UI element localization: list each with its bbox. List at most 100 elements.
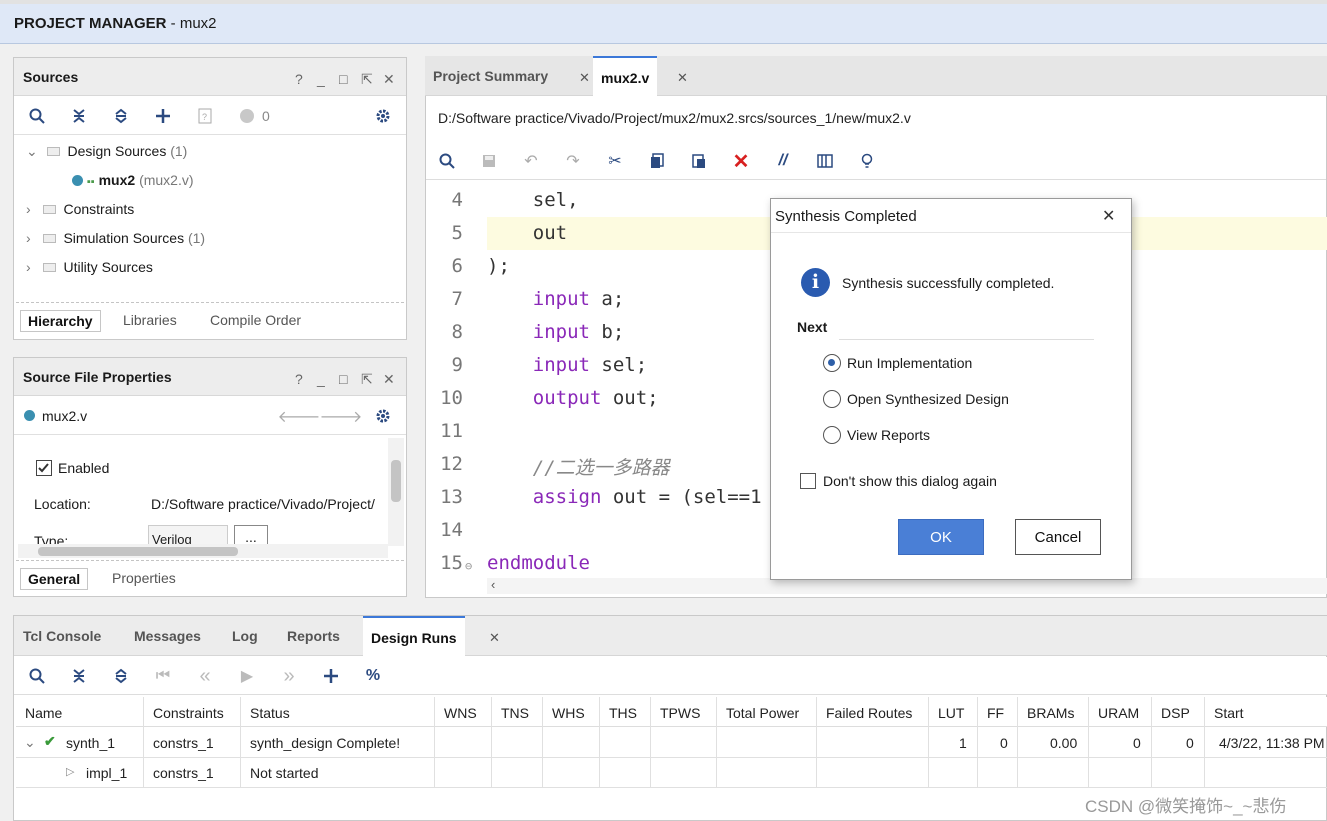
search-icon[interactable] xyxy=(26,105,48,127)
view-reports-label[interactable]: View Reports xyxy=(847,427,930,443)
expand-all-icon[interactable] xyxy=(110,105,132,127)
dont-show-checkbox[interactable] xyxy=(800,473,816,489)
close-icon[interactable]: ✕ xyxy=(579,70,590,86)
help-icon[interactable]: ? xyxy=(295,71,303,87)
chevron-right-icon[interactable]: › xyxy=(26,259,31,275)
run-name: impl_1 xyxy=(86,765,128,781)
add-icon[interactable] xyxy=(320,665,342,687)
tab-compile-order[interactable]: Compile Order xyxy=(203,310,308,330)
table-row[interactable]: ⌄ ✔ synth_1 constrs_1 synth_design Compl… xyxy=(16,728,1327,758)
editor-toolbar: ↶ ↷ ✂ ✕ // xyxy=(426,142,1326,180)
tree-label: Design Sources xyxy=(67,143,167,159)
dont-show-label[interactable]: Don't show this dialog again xyxy=(823,473,997,489)
tab-project-summary[interactable]: Project Summary xyxy=(425,56,556,96)
close-icon[interactable]: ✕ xyxy=(383,371,395,388)
table-row[interactable]: ▷ impl_1 constrs_1 Not started xyxy=(16,758,1327,788)
run-implementation-radio[interactable] xyxy=(823,354,841,372)
view-reports-radio[interactable] xyxy=(823,426,841,444)
lightbulb-icon[interactable] xyxy=(856,150,878,172)
back-arrow-icon[interactable]: 🡐 xyxy=(278,405,321,427)
float-icon[interactable]: ⇱ xyxy=(361,71,373,88)
scroll-left-icon[interactable]: ‹ xyxy=(491,577,495,592)
chevron-down-icon[interactable]: ⌄ xyxy=(24,734,36,751)
tab-log[interactable]: Log xyxy=(224,616,266,656)
tree-item-utility-sources[interactable]: › Utility Sources xyxy=(26,259,153,281)
more-button[interactable]: ... xyxy=(234,525,268,546)
run-brams: 0.00 xyxy=(1050,735,1078,751)
maximize-icon[interactable]: □ xyxy=(339,371,347,387)
float-icon[interactable]: ⇱ xyxy=(361,371,373,388)
comment-icon[interactable]: // xyxy=(772,150,794,172)
forward-arrow-icon[interactable]: 🡒 xyxy=(320,405,363,427)
copy-icon[interactable] xyxy=(646,150,668,172)
sources-toolbar: ? 0 xyxy=(14,97,406,135)
undo-icon[interactable]: ↶ xyxy=(520,150,542,172)
enabled-checkbox[interactable] xyxy=(36,460,52,476)
play-icon[interactable]: ▶ xyxy=(236,665,258,687)
open-synthesized-design-label[interactable]: Open Synthesized Design xyxy=(847,391,1009,407)
code-line: input b; xyxy=(487,321,625,343)
tab-general[interactable]: General xyxy=(20,568,89,590)
scrollbar-thumb[interactable] xyxy=(391,460,401,502)
close-icon[interactable]: ✕ xyxy=(489,630,500,646)
ok-button[interactable]: OK xyxy=(898,519,984,555)
search-icon[interactable] xyxy=(436,150,458,172)
chevron-down-icon[interactable]: ⌄ xyxy=(26,143,38,159)
line-number: 14 xyxy=(440,519,463,541)
collapse-all-icon[interactable] xyxy=(68,665,90,687)
tab-hierarchy[interactable]: Hierarchy xyxy=(20,310,101,332)
first-icon[interactable]: ⏮ xyxy=(152,665,174,687)
fold-icon[interactable]: ⊖ xyxy=(465,559,472,573)
gear-icon[interactable] xyxy=(372,105,394,127)
tab-messages[interactable]: Messages xyxy=(126,616,209,656)
tab-reports[interactable]: Reports xyxy=(279,616,348,656)
watermark: CSDN @微笑掩饰~_~悲伤 xyxy=(1085,797,1287,816)
rewind-icon[interactable]: « xyxy=(194,665,216,687)
column-icon[interactable] xyxy=(814,150,836,172)
tab-tcl-console[interactable]: Tcl Console xyxy=(14,616,109,656)
close-icon[interactable]: ✕ xyxy=(1102,206,1115,226)
code-line: output out; xyxy=(487,387,659,409)
tab-mux2-v[interactable]: mux2.v xyxy=(593,56,658,96)
code-line: out xyxy=(487,222,568,244)
maximize-icon[interactable]: □ xyxy=(339,71,347,87)
editor-horizontal-scrollbar[interactable]: ‹ xyxy=(487,577,1327,594)
expand-all-icon[interactable] xyxy=(110,665,132,687)
paste-icon[interactable] xyxy=(688,150,710,172)
run-implementation-label[interactable]: Run Implementation xyxy=(847,355,972,371)
help-icon[interactable]: ? xyxy=(295,371,303,387)
close-icon[interactable]: ✕ xyxy=(677,70,688,86)
save-icon[interactable] xyxy=(478,150,500,172)
scrollbar-thumb[interactable] xyxy=(38,547,238,556)
minimize-icon[interactable]: _ xyxy=(317,371,325,387)
properties-toolbar: mux2.v 🡐 🡒 xyxy=(14,397,406,435)
tree-item-design-sources[interactable]: ⌄ Design Sources (1) xyxy=(26,143,187,165)
tab-design-runs[interactable]: Design Runs xyxy=(363,616,465,656)
tab-properties[interactable]: Properties xyxy=(105,568,183,588)
source-info-icon[interactable]: ? xyxy=(194,105,216,127)
type-select[interactable]: Verilog xyxy=(148,525,228,546)
chevron-right-icon[interactable]: › xyxy=(26,230,31,246)
cut-icon[interactable]: ✂ xyxy=(604,150,626,172)
fast-forward-icon[interactable]: » xyxy=(278,665,300,687)
cancel-button[interactable]: Cancel xyxy=(1015,519,1101,555)
redo-icon[interactable]: ↷ xyxy=(562,150,584,172)
percent-icon[interactable]: % xyxy=(362,665,384,687)
gear-icon[interactable] xyxy=(372,405,394,427)
tree-item-simulation-sources[interactable]: › Simulation Sources (1) xyxy=(26,230,205,252)
search-icon[interactable] xyxy=(26,665,48,687)
minimize-icon[interactable]: _ xyxy=(317,71,325,87)
open-synthesized-design-radio[interactable] xyxy=(823,390,841,408)
dialog-titlebar: Synthesis Completed ✕ xyxy=(771,199,1131,233)
tree-item-constraints[interactable]: › Constraints xyxy=(26,201,134,223)
tab-libraries[interactable]: Libraries xyxy=(116,310,184,330)
close-icon[interactable]: ✕ xyxy=(383,71,395,88)
tree-item-mux2[interactable]: ▪▪ mux2 (mux2.v) xyxy=(72,172,194,194)
vertical-scrollbar[interactable] xyxy=(388,438,404,546)
horizontal-scrollbar[interactable] xyxy=(18,544,388,558)
chevron-right-icon[interactable]: › xyxy=(26,201,31,217)
dialog-title: Synthesis Completed xyxy=(775,208,917,225)
delete-icon[interactable]: ✕ xyxy=(730,150,752,173)
collapse-all-icon[interactable] xyxy=(68,105,90,127)
add-icon[interactable] xyxy=(152,105,174,127)
